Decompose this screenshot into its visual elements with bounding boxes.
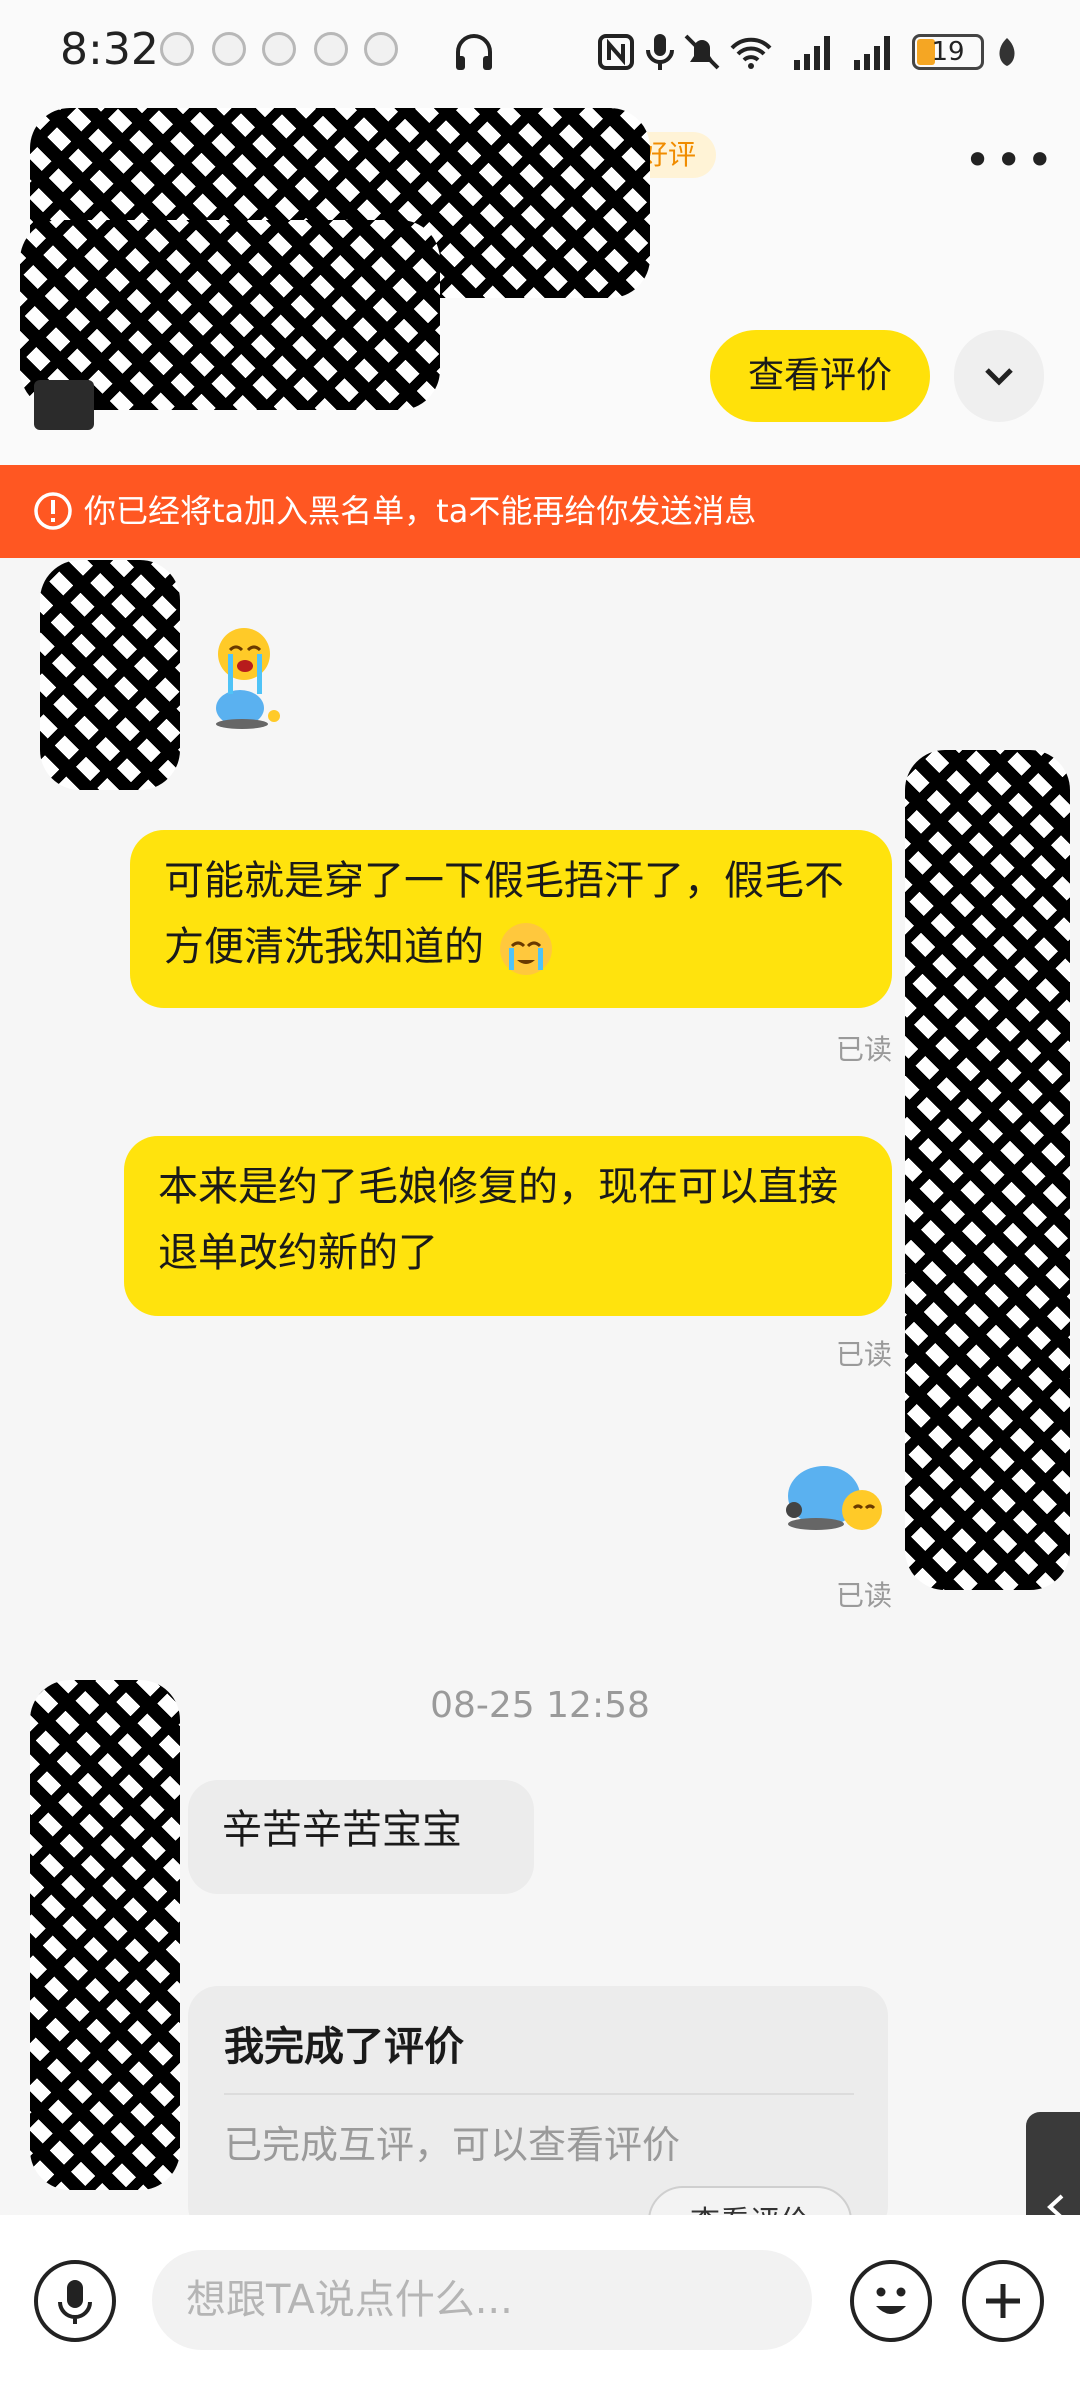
mic-icon — [646, 34, 674, 70]
review-card-subtitle: 已完成互评，可以查看评价 — [224, 2123, 681, 2167]
signal-icon — [794, 36, 830, 70]
review-card-title: 我完成了评价 — [224, 2024, 464, 2070]
wifi-icon — [730, 37, 772, 69]
product-thumbnail[interactable] — [34, 380, 94, 430]
blacklist-banner-text: 你已经将ta加入黑名单，ta不能再给你发送消息 — [84, 492, 757, 530]
nfc-icon — [598, 34, 634, 70]
my-message-bubble[interactable]: 可能就是穿了一下假毛捂汗了，假毛不方便清洗我知道的 — [130, 830, 892, 1008]
notification-app-icon — [160, 32, 194, 66]
leaf-icon — [999, 38, 1015, 66]
redacted-avatar — [30, 1680, 180, 2190]
notification-app-icon — [262, 32, 296, 66]
message-text: 辛苦辛苦宝宝 — [222, 1807, 462, 1853]
read-receipt: 已读 — [836, 1338, 893, 1371]
notification-app-icon — [212, 32, 246, 66]
signal-icon — [854, 36, 890, 70]
headphones-icon — [456, 34, 492, 70]
plus-icon — [986, 2284, 1020, 2318]
chevron-down-icon — [985, 368, 1013, 386]
mute-icon — [684, 34, 720, 70]
voice-button[interactable] — [34, 2260, 116, 2342]
crying-sticker[interactable] — [200, 620, 290, 730]
redacted-avatar — [905, 750, 1070, 1590]
crying-sticker[interactable] — [776, 1452, 890, 1542]
expand-button[interactable] — [954, 330, 1044, 422]
read-receipt: 已读 — [836, 1579, 893, 1612]
notification-app-icon — [364, 32, 398, 66]
redacted-avatar — [40, 560, 180, 790]
emoji-icon — [876, 2287, 906, 2314]
voice-icon — [58, 2280, 92, 2324]
notification-app-icon — [314, 32, 348, 66]
message-text: 本来是约了毛娘修复的，现在可以直接退单改约新的了 — [158, 1164, 838, 1276]
more-icon[interactable]: ••• — [964, 137, 1053, 200]
read-receipt: 已读 — [836, 1033, 893, 1066]
more-actions-button[interactable] — [962, 2260, 1044, 2342]
divider — [224, 2093, 854, 2095]
view-review-button[interactable]: 查看评价 — [710, 330, 930, 422]
my-message-bubble[interactable]: 本来是约了毛娘修复的，现在可以直接退单改约新的了 — [124, 1136, 892, 1316]
other-message-bubble[interactable]: 辛苦辛苦宝宝 — [188, 1780, 534, 1894]
status-time: 8:32 — [60, 24, 159, 75]
emoji-button[interactable] — [850, 2260, 932, 2342]
warning-icon — [34, 492, 72, 530]
battery-icon: 19 — [912, 34, 984, 70]
crying-emoji-icon — [499, 923, 552, 975]
message-input[interactable] — [152, 2250, 812, 2350]
